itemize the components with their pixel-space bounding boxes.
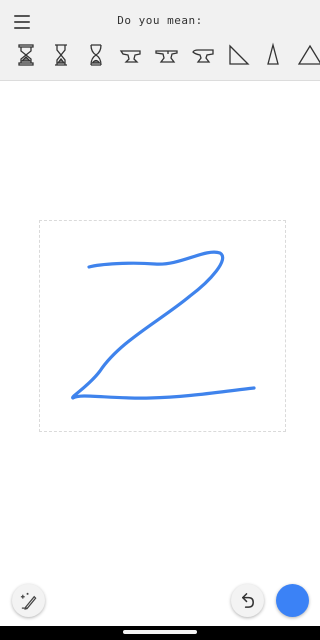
suggestion-anvil-3[interactable] xyxy=(186,40,220,70)
z-shape-stroke xyxy=(71,250,256,400)
home-indicator[interactable] xyxy=(123,630,197,634)
suggestion-list xyxy=(0,40,320,70)
anvil-icon xyxy=(119,50,141,63)
right-triangle-icon xyxy=(229,44,250,65)
suggestion-right-triangle[interactable] xyxy=(221,40,255,70)
menu-line xyxy=(14,27,30,29)
autodraw-pencil-sparkle-icon xyxy=(20,592,37,610)
suggestion-anvil-1[interactable] xyxy=(114,40,148,70)
anvil-icon xyxy=(155,50,178,63)
suggestion-hourglass-2[interactable] xyxy=(44,40,78,70)
hourglass-icon xyxy=(18,44,34,66)
autodraw-button[interactable] xyxy=(12,584,45,617)
tall-triangle-icon xyxy=(267,42,279,65)
undo-button[interactable] xyxy=(231,584,264,617)
suggestion-bar: Do you mean: xyxy=(0,0,320,81)
undo-icon xyxy=(241,593,254,608)
color-picker-button[interactable] xyxy=(276,584,309,617)
suggestion-prompt: Do you mean: xyxy=(117,14,203,27)
suggestion-tall-triangle[interactable] xyxy=(256,40,290,70)
system-nav-bar xyxy=(0,626,320,640)
suggestion-hourglass-1[interactable] xyxy=(9,40,43,70)
suggestion-hourglass-3[interactable] xyxy=(79,40,113,70)
suggestion-triangle[interactable] xyxy=(292,40,320,70)
drawing-canvas[interactable] xyxy=(0,81,320,621)
hourglass-icon xyxy=(55,44,67,66)
suggestion-anvil-2[interactable] xyxy=(150,40,184,70)
drawn-stroke xyxy=(71,250,256,400)
anvil-icon xyxy=(192,49,214,63)
triangle-icon xyxy=(297,44,320,65)
hourglass-icon xyxy=(90,44,102,66)
